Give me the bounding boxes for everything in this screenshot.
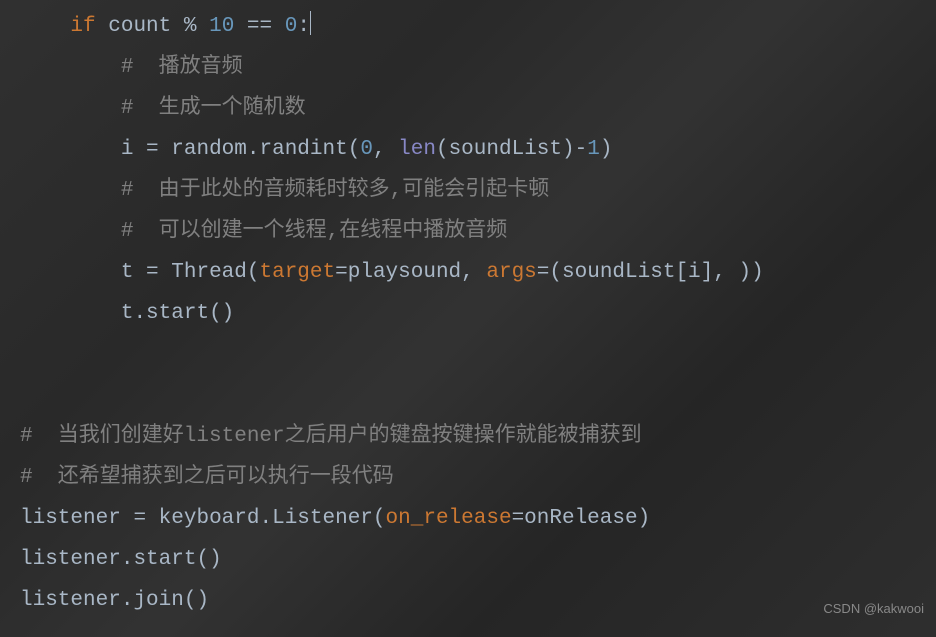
builtin-len: len — [398, 138, 436, 161]
var-count: count — [108, 15, 171, 38]
op-eq: = — [335, 261, 348, 284]
comment: # 生成一个随机数 — [121, 97, 306, 120]
watermark: CSDN @kakwooi — [823, 588, 924, 629]
num-10: 10 — [209, 15, 234, 38]
dot: . — [133, 302, 146, 325]
op-eq: = — [537, 261, 550, 284]
num-0: 0 — [285, 15, 298, 38]
blank-line[interactable] — [0, 375, 936, 416]
indent — [20, 56, 121, 79]
lparen: ( — [549, 261, 562, 284]
class-thread: Thread — [171, 261, 247, 284]
var-soundlist: soundList — [449, 138, 562, 161]
var-listener: listener — [20, 548, 121, 571]
param-args: args — [486, 261, 536, 284]
rbracket: ] — [701, 261, 714, 284]
indent — [20, 138, 121, 161]
code-editor[interactable]: if count % 10 == 0: # 播放音频 # 生成一个随机数 i =… — [0, 0, 936, 621]
code-line-11[interactable]: # 当我们创建好listener之后用户的键盘按键操作就能被捕获到 — [0, 416, 936, 457]
class-listener: Listener — [272, 507, 373, 530]
colon: : — [297, 15, 310, 38]
indent — [20, 220, 121, 243]
op-eq: = — [512, 507, 525, 530]
rparen: ) — [209, 548, 222, 571]
code-line-4[interactable]: i = random.randint(0, len(soundList)-1) — [0, 129, 936, 170]
code-line-15[interactable]: listener.join() — [0, 580, 936, 621]
lparen: ( — [348, 138, 361, 161]
method-start: start — [133, 548, 196, 571]
lparen: ( — [184, 589, 197, 612]
num-1: 1 — [587, 138, 600, 161]
rparen: ) — [222, 302, 235, 325]
rparen: ) — [600, 138, 613, 161]
op-minus: - — [575, 138, 588, 161]
text-cursor — [310, 11, 311, 35]
rparen: ) — [638, 507, 651, 530]
rparen: ) — [751, 261, 764, 284]
comma: , — [461, 261, 486, 284]
param-onrelease: on_release — [386, 507, 512, 530]
comment: # 由于此处的音频耗时较多,可能会引起卡顿 — [121, 179, 549, 202]
var-playsound: playsound — [348, 261, 461, 284]
op-eq: = — [133, 507, 146, 530]
var-t: t — [121, 261, 134, 284]
param-target: target — [260, 261, 336, 284]
comma: , — [373, 138, 398, 161]
comment: # 播放音频 — [121, 56, 243, 79]
indent — [20, 302, 121, 325]
code-line-8[interactable]: t.start() — [0, 293, 936, 334]
blank-line[interactable] — [0, 334, 936, 375]
code-line-7[interactable]: t = Thread(target=playsound, args=(sound… — [0, 252, 936, 293]
var-i: i — [688, 261, 701, 284]
indent — [20, 179, 121, 202]
var-soundlist: soundList — [562, 261, 675, 284]
dot: . — [259, 507, 272, 530]
comment: # 还希望捕获到之后可以执行一段代码 — [20, 466, 394, 489]
var-onrelease: onRelease — [524, 507, 637, 530]
code-line-5[interactable]: # 由于此处的音频耗时较多,可能会引起卡顿 — [0, 170, 936, 211]
module-random: random — [171, 138, 247, 161]
method-join: join — [133, 589, 183, 612]
dot: . — [247, 138, 260, 161]
indent — [20, 97, 121, 120]
code-line-13[interactable]: listener = keyboard.Listener(on_release=… — [0, 498, 936, 539]
num-0: 0 — [360, 138, 373, 161]
lparen: ( — [209, 302, 222, 325]
dot: . — [121, 589, 134, 612]
lparen: ( — [373, 507, 386, 530]
comment: # 当我们创建好listener之后用户的键盘按键操作就能被捕获到 — [20, 425, 642, 448]
op-eq: == — [247, 15, 272, 38]
dot: . — [121, 548, 134, 571]
comment: # 可以创建一个线程,在线程中播放音频 — [121, 220, 507, 243]
code-line-14[interactable]: listener.start() — [0, 539, 936, 580]
code-line-6[interactable]: # 可以创建一个线程,在线程中播放音频 — [0, 211, 936, 252]
rparen: ) — [196, 589, 209, 612]
op-mod: % — [184, 15, 197, 38]
module-keyboard: keyboard — [159, 507, 260, 530]
indent — [20, 15, 70, 38]
op-eq: = — [146, 261, 159, 284]
var-t: t — [121, 302, 134, 325]
lparen: ( — [436, 138, 449, 161]
lbracket: [ — [675, 261, 688, 284]
var-listener: listener — [20, 589, 121, 612]
indent — [20, 261, 121, 284]
func-randint: randint — [260, 138, 348, 161]
rparen: ) — [738, 261, 751, 284]
keyword-if: if — [70, 15, 95, 38]
code-line-1[interactable]: if count % 10 == 0: — [0, 6, 936, 47]
code-line-2[interactable]: # 播放音频 — [0, 47, 936, 88]
code-line-3[interactable]: # 生成一个随机数 — [0, 88, 936, 129]
rparen: ) — [562, 138, 575, 161]
lparen: ( — [247, 261, 260, 284]
code-line-12[interactable]: # 还希望捕获到之后可以执行一段代码 — [0, 457, 936, 498]
op-eq: = — [146, 138, 159, 161]
var-i: i — [121, 138, 134, 161]
comma: , — [713, 261, 738, 284]
lparen: ( — [196, 548, 209, 571]
method-start: start — [146, 302, 209, 325]
var-listener: listener — [20, 507, 121, 530]
